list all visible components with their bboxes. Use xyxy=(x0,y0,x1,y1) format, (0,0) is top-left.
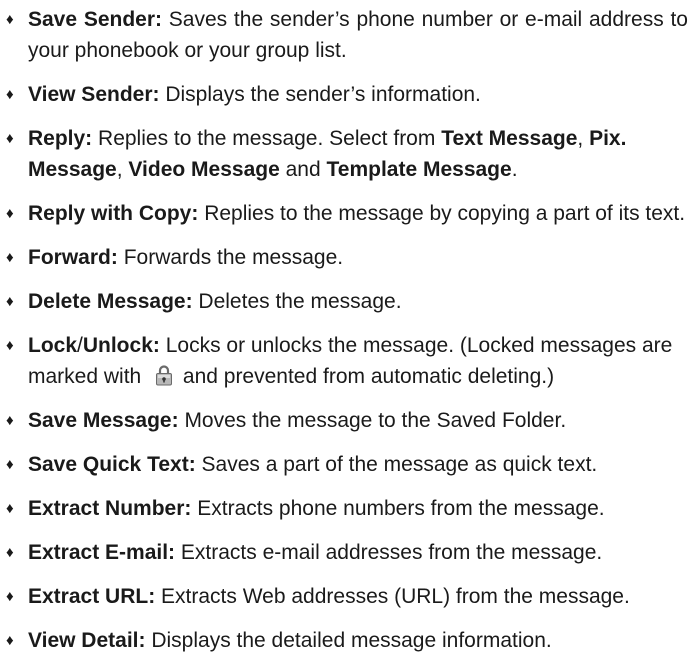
item-term: Forward: xyxy=(28,246,118,269)
item-description: Displays the detailed message informatio… xyxy=(151,629,552,652)
diamond-bullet-icon: ♦ xyxy=(6,632,14,649)
item-term: Extract URL: xyxy=(28,585,156,608)
list-item-extract-email: ♦ Extract E-mail: Extracts e-mail addres… xyxy=(4,537,688,568)
diamond-bullet-icon: ♦ xyxy=(6,249,14,266)
reply-option-template-message: Template Message xyxy=(326,158,512,181)
item-term: Reply with Copy: xyxy=(28,202,199,225)
reply-option-text-message: Text Message xyxy=(441,127,578,150)
item-description: Moves the message to the Saved Folder. xyxy=(184,409,567,432)
item-description: Deletes the message. xyxy=(198,290,402,313)
list-item-reply: ♦ Reply: Replies to the message. Select … xyxy=(4,123,688,185)
item-term-lock: Lock xyxy=(28,334,78,357)
item-description: Saves a part of the message as quick tex… xyxy=(201,453,598,476)
item-description: Extracts e-mail addresses from the messa… xyxy=(180,541,603,564)
sentence-end: . xyxy=(511,158,518,181)
diamond-bullet-icon: ♦ xyxy=(6,544,14,561)
manual-page: ♦ Save Sender: Saves the sender’s phone … xyxy=(0,0,698,652)
item-term: Delete Message: xyxy=(28,290,193,313)
list-item-delete-message: ♦ Delete Message: Deletes the message. xyxy=(4,286,688,317)
diamond-bullet-icon: ♦ xyxy=(6,293,14,310)
item-description: Extracts Web addresses (URL) from the me… xyxy=(161,585,630,608)
diamond-bullet-icon: ♦ xyxy=(6,588,14,605)
separator-comma: , xyxy=(577,127,584,150)
list-item-save-message: ♦ Save Message: Moves the message to the… xyxy=(4,405,688,436)
item-description-continued: and prevented from automatic deleting.) xyxy=(182,365,555,388)
list-item-extract-number: ♦ Extract Number: Extracts phone numbers… xyxy=(4,493,688,524)
diamond-bullet-icon: ♦ xyxy=(6,11,14,28)
list-item-extract-url: ♦ Extract URL: Extracts Web addresses (U… xyxy=(4,581,688,612)
item-term: Save Sender: xyxy=(28,8,163,31)
item-term: View Sender: xyxy=(28,83,160,106)
item-term: View Detail: xyxy=(28,629,146,652)
list-item-lock-unlock: ♦ Lock/Unlock: Locks or unlocks the mess… xyxy=(4,330,688,392)
list-item-view-detail: ♦ View Detail: Displays the detailed mes… xyxy=(4,625,688,656)
item-term: Save Message: xyxy=(28,409,179,432)
list-item-view-sender: ♦ View Sender: Displays the sender’s inf… xyxy=(4,79,688,110)
diamond-bullet-icon: ♦ xyxy=(6,500,14,517)
list-item-forward: ♦ Forward: Forwards the message. xyxy=(4,242,688,273)
item-term: Extract Number: xyxy=(28,497,192,520)
item-term-unlock: Unlock: xyxy=(82,334,160,357)
list-item-reply-with-copy: ♦ Reply with Copy: Replies to the messag… xyxy=(4,198,688,229)
separator-and: and xyxy=(285,158,321,181)
diamond-bullet-icon: ♦ xyxy=(6,205,14,222)
reply-option-video-message: Video Message xyxy=(128,158,280,181)
item-description: Replies to the message. Select from xyxy=(98,127,436,150)
separator-comma: , xyxy=(116,158,123,181)
diamond-bullet-icon: ♦ xyxy=(6,337,14,354)
diamond-bullet-icon: ♦ xyxy=(6,412,14,429)
diamond-bullet-icon: ♦ xyxy=(6,86,14,103)
item-description: Displays the sender’s information. xyxy=(165,83,481,106)
item-term: Save Quick Text: xyxy=(28,453,196,476)
item-term: Reply: xyxy=(28,127,93,150)
list-item-save-quick-text: ♦ Save Quick Text: Saves a part of the m… xyxy=(4,449,688,480)
list-item-save-sender: ♦ Save Sender: Saves the sender’s phone … xyxy=(4,4,688,66)
item-term: Extract E-mail: xyxy=(28,541,176,564)
item-description: Replies to the message by copying a part… xyxy=(204,202,686,225)
diamond-bullet-icon: ♦ xyxy=(6,130,14,147)
diamond-bullet-icon: ♦ xyxy=(6,456,14,473)
lock-icon xyxy=(155,364,173,386)
item-description: Forwards the message. xyxy=(123,246,344,269)
item-description: Extracts phone numbers from the message. xyxy=(197,497,605,520)
